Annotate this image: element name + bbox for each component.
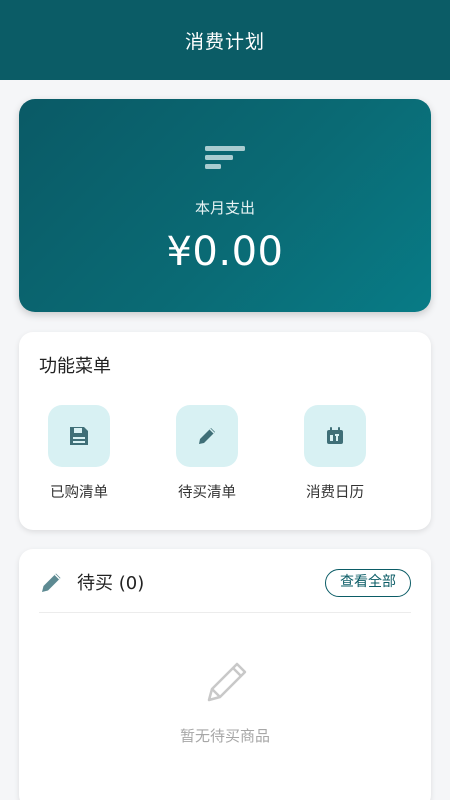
menu-item-label: 消费日历: [306, 485, 364, 501]
top-bar: 消费计划: [0, 0, 450, 80]
save-disk-icon: [70, 427, 88, 445]
monthly-spending-label: 本月支出: [194, 199, 255, 217]
pencil-icon: [199, 428, 215, 444]
menu-item-purchased-list[interactable]: 已购清单: [31, 405, 127, 502]
empty-pencil-icon: [207, 662, 247, 702]
menu-item-todo-list[interactable]: 待买清单: [159, 405, 255, 502]
todo-title: 待买 (0): [77, 573, 145, 594]
menu-icon-box: [176, 405, 238, 467]
monthly-spending-amount: ¥0.00: [166, 229, 284, 275]
menu-item-spending-calendar[interactable]: 消费日历: [287, 405, 383, 502]
view-all-button[interactable]: 查看全部: [325, 569, 411, 597]
menu-icon-box: [48, 405, 110, 467]
function-menu-title: 功能菜单: [39, 356, 111, 377]
function-menu-card: 功能菜单 已购清单 待买清单 消费日历: [19, 332, 431, 530]
todo-header: 待买 (0) 查看全部: [39, 569, 411, 613]
empty-state-text: 暂无待买商品: [179, 727, 270, 745]
menu-item-label: 待买清单: [178, 485, 236, 501]
pencil-icon: [42, 573, 61, 592]
sort-lines-icon: [205, 146, 245, 169]
menu-icon-box: [304, 405, 366, 467]
divider: [39, 612, 411, 613]
monthly-spending-card: 本月支出 ¥0.00: [19, 99, 431, 312]
app-root: 消费计划 本月支出 ¥0.00 功能菜单 已购清单 待买清单 消费日历 待买 (…: [0, 0, 450, 800]
page-title: 消费计划: [184, 30, 265, 53]
todo-card: 待买 (0) 查看全部 暂无待买商品: [19, 549, 431, 800]
calendar-icon: [327, 427, 343, 444]
menu-item-label: 已购清单: [50, 485, 108, 501]
